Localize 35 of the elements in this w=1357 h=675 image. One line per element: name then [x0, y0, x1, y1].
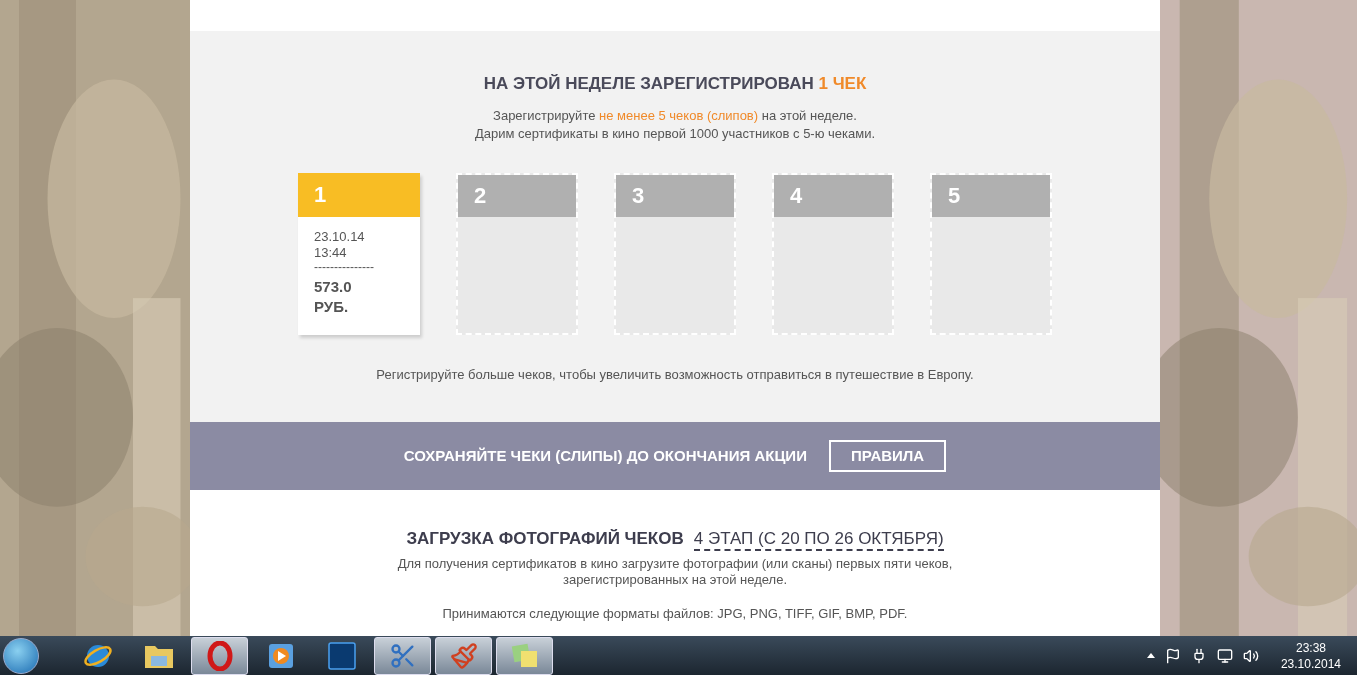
- taskbar-button[interactable]: [374, 636, 431, 675]
- encouragement-text: Регистрируйте больше чеков, чтобы увеличить возможность отправиться в путешествие в Европу.: [376, 365, 974, 384]
- flag-icon[interactable]: [1164, 647, 1181, 664]
- clock-date: 23.10.2014: [1280, 655, 1341, 672]
- receipt-number: 1: [314, 181, 327, 209]
- network-icon[interactable]: [1216, 647, 1233, 664]
- clock-time: 23:38: [1295, 639, 1326, 656]
- start-button[interactable]: [3, 637, 39, 674]
- receipt-currency: РУБ.: [314, 296, 350, 317]
- taskbar-button[interactable]: [435, 636, 492, 675]
- taskbar-button[interactable]: [191, 636, 248, 675]
- stage-link[interactable]: 4 ЭТАП (С 20 ПО 26 ОКТЯБРЯ): [693, 529, 944, 551]
- receipt-number: 3: [632, 182, 645, 210]
- reminder-text: СОХРАНЯЙТЕ ЧЕКИ (СЛИПЫ) ДО ОКОНЧАНИЯ АКЦИИ: [403, 445, 807, 466]
- receipt-number: 2: [474, 182, 487, 210]
- ring-icon: [206, 640, 233, 671]
- volume-icon[interactable]: [1242, 647, 1259, 664]
- sticky-notes-icon: [509, 641, 540, 670]
- receipt-number: 5: [948, 182, 961, 210]
- weekly-intro: Зарегистрируйте не менее 5 чеков (слипов) на этой неделе. Дарим сертификаты в кино первой 1000 участников с 5-ю чеками.: [474, 106, 876, 143]
- square-app-icon: [327, 641, 356, 670]
- show-hidden-icons-icon[interactable]: [1146, 653, 1155, 658]
- brush-icon: [449, 641, 478, 670]
- weekly-heading: НА ЭТОЙ НЕДЕЛЕ ЗАРЕГИСТРИРОВАН 1 ЧЕК: [483, 73, 867, 95]
- upload-description: Для получения сертификатов в кино загрузите фотографии (или сканы) первых пяти чеков, зарегистрированных на этой неделе.: [396, 555, 954, 588]
- formats-text: Принимаются следующие форматы файлов: JPG, PNG, TIFF, GIF, BMP, PDF.: [442, 604, 908, 623]
- receipt-amount: 573.0: [314, 276, 353, 297]
- play-icon: [266, 641, 295, 670]
- receipt-date: 23.10.14: [314, 228, 366, 245]
- taskbar-button[interactable]: [496, 636, 553, 675]
- receipt-separator: ---------------: [314, 260, 375, 273]
- receipt-time: 13:44: [314, 244, 348, 261]
- clock[interactable]: 23:38 23.10.2014: [1280, 639, 1341, 672]
- receipt-number: 4: [790, 182, 803, 210]
- upload-heading: ЗАГРУЗКА ФОТОГРАФИЙ ЧЕКОВ: [406, 528, 684, 550]
